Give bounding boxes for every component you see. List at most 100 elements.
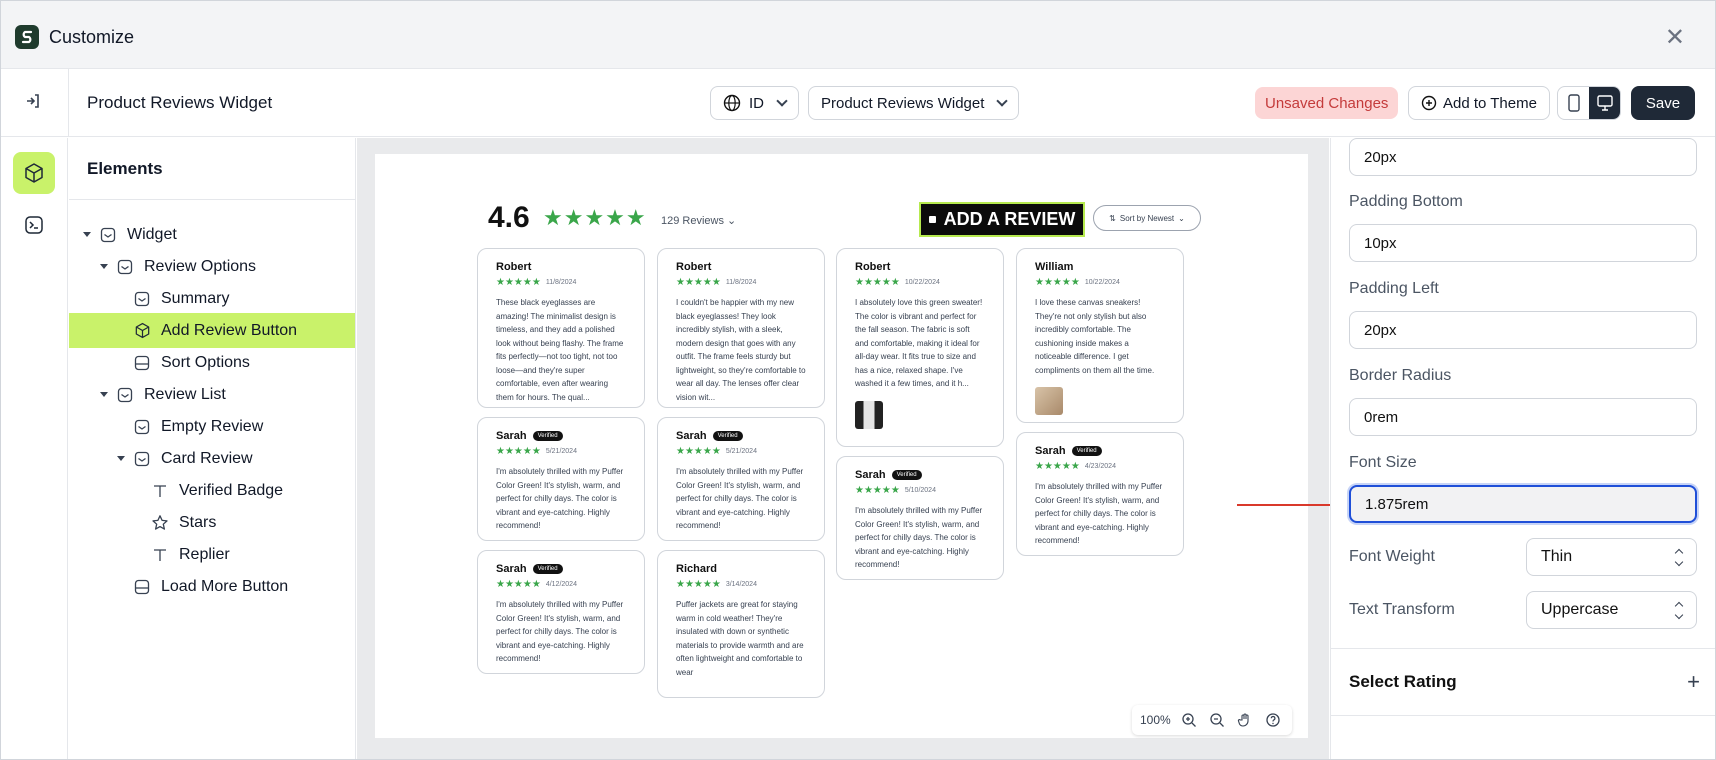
review-date: 11/8/2024 — [545, 279, 577, 286]
tree-item-label: Empty Review — [161, 417, 264, 435]
font-size-input[interactable] — [1349, 485, 1697, 523]
review-card: Sarah Verified ★★★★★ 5/10/2024 I'm absolut… — [836, 456, 1004, 580]
review-card: Richard ★★★★★ 3/14/2024 Puffer jackets ar… — [657, 550, 825, 698]
review-text: I absolutely love this green sweater! Th… — [855, 298, 983, 388]
padding-left-input[interactable] — [1349, 311, 1697, 349]
review-date: 4/23/2024 — [1084, 463, 1116, 470]
caret-down-icon[interactable] — [100, 392, 108, 397]
card-stars: ★★★★★ — [496, 579, 541, 590]
mobile-view-button[interactable] — [1558, 87, 1589, 119]
tree-item-label: Replier — [179, 545, 230, 563]
chevron-down-icon: ⌄ — [1178, 213, 1185, 223]
tree-item-label: Review List — [144, 385, 226, 403]
chevron-down-icon — [996, 95, 1009, 107]
caret-down-icon[interactable] — [83, 232, 91, 237]
tree-item-label: Add Review Button — [161, 321, 298, 339]
section-icon — [133, 578, 151, 596]
desktop-view-button[interactable] — [1589, 87, 1620, 119]
tree-item-label: Review Options — [144, 257, 257, 275]
summary-stars: ★★★★★ — [543, 205, 647, 230]
tree-item-empty-review[interactable]: Empty Review — [69, 409, 355, 444]
reviewer-name: William — [1035, 261, 1074, 273]
card-stars: ★★★★★ — [855, 485, 900, 496]
zoom-in-icon[interactable] — [1179, 710, 1199, 730]
tree-item-verified-badge[interactable]: Verified Badge — [69, 473, 355, 508]
zoom-toolbar: 100% — [1132, 705, 1292, 735]
close-icon[interactable]: ✕ — [1665, 23, 1685, 52]
review-image[interactable] — [1035, 387, 1063, 415]
cube-icon — [133, 322, 151, 340]
reviewer-name: Robert — [676, 261, 712, 273]
section-icon — [133, 354, 151, 372]
code-tab[interactable] — [13, 204, 55, 246]
review-text: Puffer jackets are great for staying war… — [676, 600, 804, 677]
review-image[interactable] — [855, 400, 883, 429]
widget-select[interactable]: Product Reviews Widget — [808, 86, 1020, 120]
card-stars: ★★★★★ — [676, 579, 721, 590]
reviewer-name: Richard — [676, 563, 717, 575]
add-to-theme-button[interactable]: Add to Theme — [1408, 86, 1550, 120]
globe-icon — [723, 94, 741, 112]
language-select[interactable]: ID — [710, 86, 799, 120]
padding-bottom-input[interactable] — [1349, 224, 1697, 262]
card-stars: ★★★★★ — [1035, 277, 1080, 288]
elements-panel: Elements Widget Review Options Summary A… — [69, 138, 356, 759]
section-icon — [99, 226, 117, 244]
tree-item-load-more-button[interactable]: Load More Button — [69, 569, 355, 604]
elements-tab[interactable] — [13, 152, 55, 194]
customize-window: Customize ✕ Product Reviews Widget ID Pr… — [0, 0, 1716, 760]
reviews-count[interactable]: 129 Reviews ⌄ — [661, 214, 736, 227]
app-logo-icon — [15, 25, 39, 49]
text-transform-label: Text Transform — [1349, 601, 1455, 618]
border-radius-input[interactable] — [1349, 398, 1697, 436]
verified-badge: Verified — [1071, 446, 1102, 456]
plus-icon[interactable]: + — [1687, 669, 1700, 695]
title-bar: Customize ✕ — [1, 1, 1715, 69]
caret-down-icon[interactable] — [100, 264, 108, 269]
border-radius-label: Border Radius — [1349, 367, 1452, 384]
section-icon — [133, 418, 151, 436]
sort-select[interactable]: ⇅ Sort by Newest ⌄ — [1093, 205, 1201, 231]
tree-item-replier[interactable]: Replier — [69, 537, 355, 572]
review-date: 3/14/2024 — [725, 581, 757, 588]
tree-item-label: Sort Options — [161, 353, 250, 371]
tree-item-sort-options[interactable]: Sort Options — [69, 345, 355, 380]
text-transform-value: Uppercase — [1541, 601, 1619, 618]
tree-item-review-list[interactable]: Review List — [69, 377, 355, 412]
tree-item-stars[interactable]: Stars — [69, 505, 355, 540]
verified-badge: Verified — [891, 470, 922, 480]
tree-item-label: Summary — [161, 289, 230, 307]
text-transform-select[interactable]: Uppercase — [1526, 591, 1697, 629]
card-stars: ★★★★★ — [676, 277, 721, 288]
select-rating-section[interactable]: Select Rating + — [1331, 648, 1715, 716]
add-review-button[interactable]: ADD A REVIEW — [919, 202, 1085, 237]
tree-item-card-review[interactable]: Card Review — [69, 441, 355, 476]
tree-item-summary[interactable]: Summary — [69, 281, 355, 316]
select-rating-title: Select Rating — [1349, 672, 1457, 691]
review-card: Sarah Verified ★★★★★ 5/21/2024 I'm absolut… — [657, 417, 825, 541]
card-stars: ★★★★★ — [855, 277, 900, 288]
review-card: Robert ★★★★★ 10/22/2024 I absolutely love… — [836, 248, 1004, 447]
review-date: 4/12/2024 — [545, 581, 577, 588]
review-date: 5/21/2024 — [545, 448, 577, 455]
hand-icon[interactable] — [1235, 710, 1255, 730]
reviewer-name: Robert — [496, 261, 532, 273]
tree-item-review-options[interactable]: Review Options — [69, 249, 355, 284]
zoom-out-icon[interactable] — [1207, 710, 1227, 730]
review-text: I love these canvas sneakers! They're no… — [1035, 298, 1155, 375]
save-button[interactable]: Save — [1631, 86, 1695, 120]
tree-item-widget[interactable]: Widget — [69, 217, 355, 252]
padding-right-input[interactable] — [1349, 138, 1697, 176]
review-text: I'm absolutely thrilled with my Puffer C… — [676, 467, 804, 530]
verified-badge: Verified — [712, 431, 743, 441]
tree-item-add-review-button[interactable]: Add Review Button — [69, 313, 355, 348]
font-weight-select[interactable]: Thin — [1526, 538, 1697, 576]
reviewer-name: Sarah — [496, 563, 527, 575]
help-icon[interactable] — [1263, 710, 1283, 730]
review-date: 10/22/2024 — [904, 279, 940, 286]
exit-icon[interactable] — [23, 91, 43, 111]
add-review-label: ADD A REVIEW — [943, 209, 1076, 229]
reviewer-name: Robert — [855, 261, 891, 273]
review-card: William ★★★★★ 10/22/2024 I love these can… — [1016, 248, 1184, 423]
caret-down-icon[interactable] — [117, 456, 125, 461]
